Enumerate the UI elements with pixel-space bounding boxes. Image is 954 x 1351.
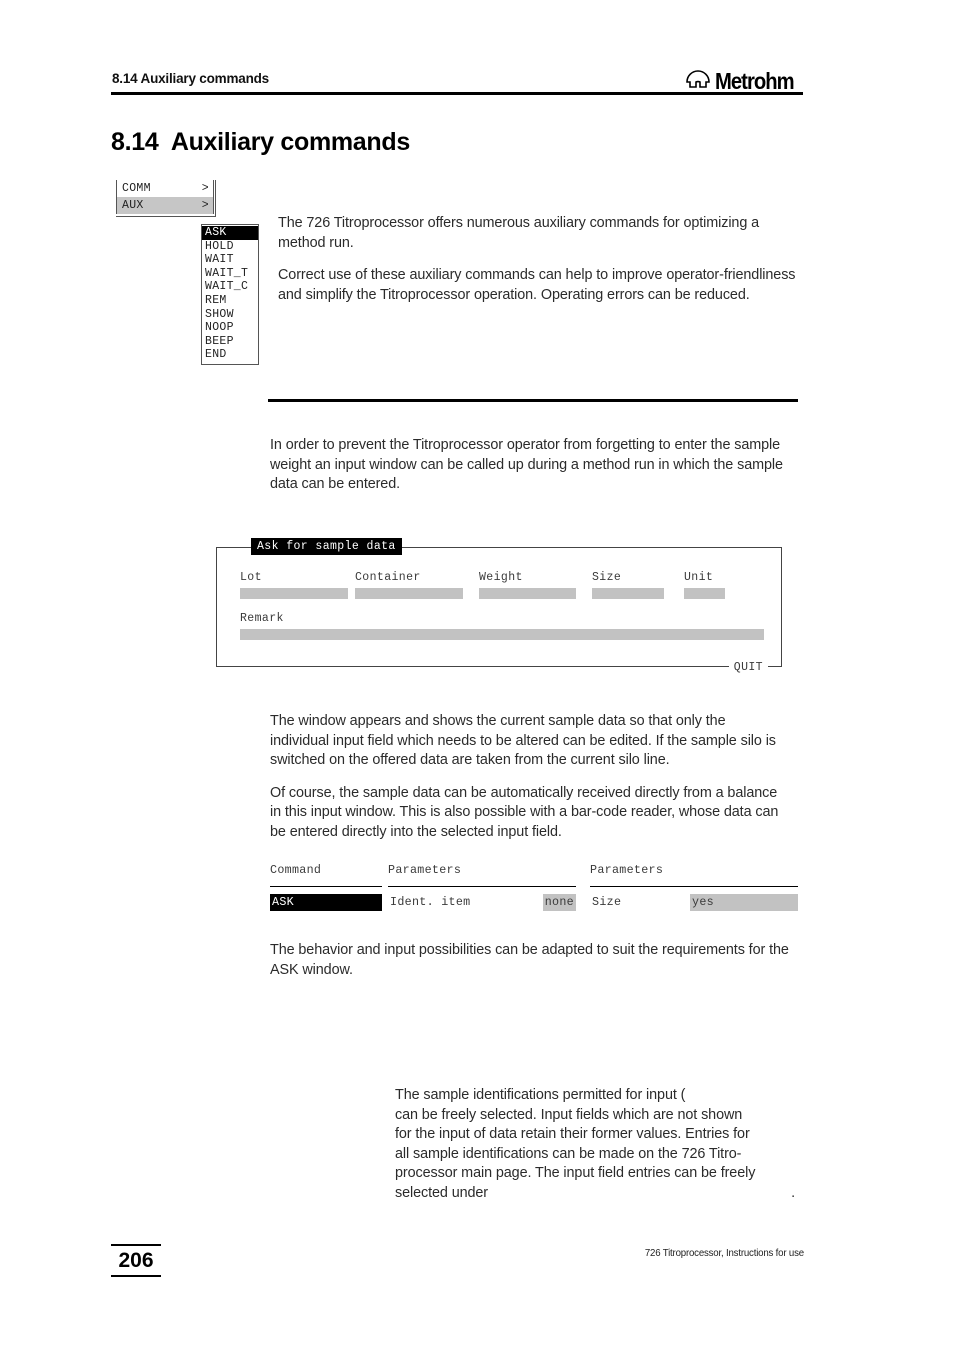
ident-note-line-6: selected under <box>395 1184 489 1201</box>
menu-item-aux-label: AUX <box>122 199 144 212</box>
field-remark[interactable]: Remark <box>240 611 772 640</box>
field-size-label: Size <box>592 571 622 584</box>
ident-note-line-3: for the input of data retain their forme… <box>395 1126 750 1143</box>
table-row: ASK Ident. item none Size yes <box>270 894 798 911</box>
field-gap <box>348 570 355 599</box>
page-number: 206 <box>111 1244 161 1277</box>
field-lot-label: Lot <box>240 571 262 584</box>
field-gap <box>664 570 684 599</box>
window-description-block: The window appears and shows the current… <box>270 712 788 843</box>
intro-paragraphs: The 726 Titroprocessor offers numerous a… <box>278 214 798 305</box>
parameter-ident-item-label: Ident. item <box>390 895 471 909</box>
table-cell-parameter-size[interactable]: Size yes <box>590 894 798 911</box>
ask-for-sample-data-dialog[interactable]: Ask for sample data Lot Container Weight <box>216 538 782 676</box>
table-column-gap <box>576 862 590 887</box>
field-size[interactable]: Size <box>592 570 664 599</box>
intro-paragraph-1: The 726 Titroprocessor offers numerous a… <box>278 215 760 251</box>
submenu-item-wait-t[interactable]: WAIT_T <box>202 267 258 281</box>
field-lot-input[interactable] <box>240 588 348 599</box>
submenu-item-noop[interactable]: NOOP <box>202 321 258 335</box>
ask-intro-paragraph-block: In order to prevent the Titroprocessor o… <box>270 436 788 495</box>
metrohm-logo-text: Metrohm <box>714 68 795 94</box>
menu-item-comm[interactable]: COMM > <box>117 180 213 197</box>
ident-note-line-1: The sample identifications permitted for… <box>395 1087 686 1103</box>
field-size-input[interactable] <box>592 588 664 599</box>
table-header-row: Command Parameters Parameters <box>270 862 798 887</box>
submenu-item-rem[interactable]: REM <box>202 294 258 308</box>
field-gap <box>576 570 592 599</box>
menu-panel-top[interactable]: COMM > AUX > <box>116 180 214 214</box>
dialog-field-area: Lot Container Weight Size Unit Remark <box>240 570 772 640</box>
ident-note-line-4: all sample identifications can be made o… <box>395 1145 742 1162</box>
field-lot[interactable]: Lot <box>240 570 348 599</box>
menu-panel-aux-submenu[interactable]: ASK HOLD WAIT WAIT_T WAIT_C REM SHOW NOO… <box>201 224 259 365</box>
section-divider-rule <box>268 399 798 402</box>
command-name-ask[interactable]: ASK <box>270 894 382 911</box>
window-description-paragraph-2: Of course, the sample data can be automa… <box>270 784 779 840</box>
field-unit-label: Unit <box>684 571 714 584</box>
dialog-quit-button[interactable]: QUIT <box>728 659 768 676</box>
ident-note-block: The sample identifications permitted for… <box>395 1086 795 1204</box>
parameter-size-value[interactable]: yes <box>690 894 798 911</box>
chevron-right-icon: > <box>201 182 209 195</box>
field-container[interactable]: Container <box>355 570 463 599</box>
parameter-size-label: Size <box>592 895 622 909</box>
field-remark-label: Remark <box>240 612 284 625</box>
field-weight[interactable]: Weight <box>479 570 576 599</box>
submenu-item-wait-c[interactable]: WAIT_C <box>202 280 258 294</box>
intro-paragraph-2: Correct use of these auxiliary commands … <box>278 267 796 303</box>
ident-note-line-2: can be freely selected. Input fields whi… <box>395 1106 743 1123</box>
table-cell-parameter-ident-item[interactable]: Ident. item none <box>388 894 576 911</box>
table-header-parameters-1: Parameters <box>388 862 576 887</box>
dialog-title: Ask for sample data <box>251 538 402 555</box>
window-description-paragraph-1: The window appears and shows the current… <box>270 713 776 769</box>
menu-item-comm-label: COMM <box>122 182 151 195</box>
field-container-input[interactable] <box>355 588 463 599</box>
command-parameters-table: Command Parameters Parameters ASK Ident.… <box>270 862 798 911</box>
behavior-note-block: The behavior and input possibilities can… <box>270 941 794 980</box>
ident-note-trailing-period: . <box>791 1184 795 1201</box>
chevron-right-icon: > <box>201 199 209 212</box>
dialog-field-row: Lot Container Weight Size Unit <box>240 570 772 599</box>
ident-note-line-5: processor main page. The input field ent… <box>395 1165 756 1182</box>
field-weight-label: Weight <box>479 571 523 584</box>
running-header-title: 8.14 Auxiliary commands <box>112 71 269 86</box>
submenu-item-wait[interactable]: WAIT <box>202 253 258 267</box>
document-page: 8.14 Auxiliary commands Metrohm 8.14 Aux… <box>0 0 954 1351</box>
table-header-command: Command <box>270 862 382 887</box>
field-container-label: Container <box>355 571 421 584</box>
table-cell-command[interactable]: ASK <box>270 894 382 911</box>
field-remark-input[interactable] <box>240 629 764 640</box>
section-heading: 8.14 Auxiliary commands <box>111 128 410 156</box>
submenu-item-beep[interactable]: BEEP <box>202 335 258 349</box>
field-gap <box>463 570 479 599</box>
footer-document-title: 726 Titroprocessor, Instructions for use <box>644 1247 804 1259</box>
ident-note-line-6-row: selected under . <box>395 1184 795 1204</box>
submenu-item-show[interactable]: SHOW <box>202 308 258 322</box>
submenu-item-hold[interactable]: HOLD <box>202 240 258 254</box>
field-weight-input[interactable] <box>479 588 576 599</box>
table-header-parameters-2: Parameters <box>590 862 798 887</box>
metrohm-omega-arch-icon <box>685 66 711 93</box>
menu-item-aux[interactable]: AUX > <box>117 197 213 214</box>
table-column-gap <box>576 894 590 911</box>
behavior-note-paragraph: The behavior and input possibilities can… <box>270 942 789 978</box>
submenu-item-ask[interactable]: ASK <box>202 226 258 240</box>
field-unit-input[interactable] <box>684 588 725 599</box>
field-unit[interactable]: Unit <box>684 570 725 599</box>
metrohm-logo: Metrohm <box>685 66 804 93</box>
parameter-ident-item-value[interactable]: none <box>542 894 576 911</box>
submenu-item-end[interactable]: END <box>202 348 258 362</box>
ask-intro-paragraph: In order to prevent the Titroprocessor o… <box>270 437 783 493</box>
